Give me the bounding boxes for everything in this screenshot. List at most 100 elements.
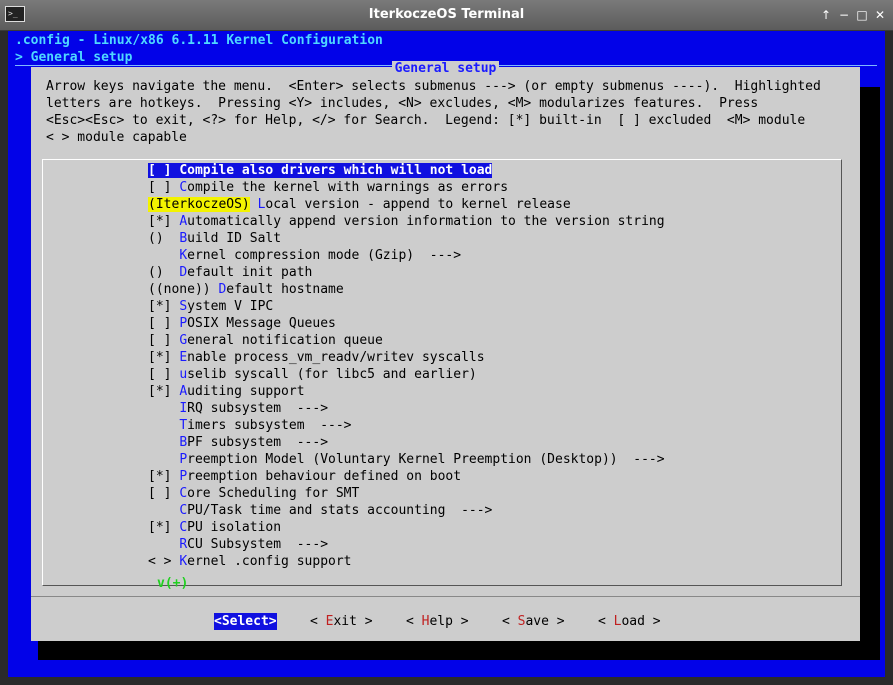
menu-item-hotkey: u — [179, 367, 188, 382]
menu-item[interactable]: [*] Automatically append version informa… — [148, 213, 665, 230]
menu-item-label: PU/Task time and stats accounting ---> — [187, 503, 493, 518]
menu-item-hotkey: G — [179, 333, 188, 348]
menu-item-label: efault init path — [187, 265, 313, 280]
menu-item-label: CU Subsystem ---> — [187, 537, 329, 552]
menu-item-prefix: ((none)) — [148, 282, 219, 297]
menu-item[interactable]: [ ] Compile the kernel with warnings as … — [148, 179, 508, 196]
menu-item-hotkey: C — [179, 503, 188, 518]
menu-item-prefix: [*] — [148, 469, 180, 484]
menu-item-hotkey: C — [179, 163, 188, 178]
menu-item-label: ernel compression mode (Gzip) ---> — [187, 248, 462, 263]
menu-item-hotkey: K — [179, 248, 188, 263]
menu-item[interactable]: [ ] POSIX Message Queues — [148, 315, 336, 332]
select-button[interactable]: <Select> — [214, 613, 277, 630]
help-text-line: <Esc><Esc> to exit, <?> for Help, </> fo… — [46, 113, 806, 128]
menu-item-hotkey: T — [179, 418, 188, 433]
help-button[interactable]: < Help > — [406, 613, 469, 630]
menu-item[interactable]: (IterkoczeOS) Local version - append to … — [148, 196, 571, 213]
menu-item-label: nable process_vm_readv/writev syscalls — [187, 350, 485, 365]
menu-item[interactable]: RCU Subsystem ---> — [148, 536, 328, 553]
menu-item[interactable]: [*] Preemption behaviour defined on boot — [148, 468, 461, 485]
menu-item-label: imers subsystem ---> — [187, 418, 352, 433]
dialog-title: General setup — [391, 61, 500, 76]
menu-item-prefix: () — [148, 231, 180, 246]
menu-item-hotkey: A — [179, 214, 188, 229]
menu-item-hotkey: B — [179, 231, 188, 246]
help-text-line: Arrow keys navigate the menu. <Enter> se… — [46, 79, 821, 94]
menu-item-label: PU isolation — [187, 520, 282, 535]
menu-item-hotkey: S — [179, 299, 188, 314]
menu-item[interactable]: [ ] General notification queue — [148, 332, 383, 349]
menu-item-prefix: [ ] — [148, 333, 180, 348]
title-bar[interactable]: >_ IterkoczeOS Terminal ↑ − □ ✕ — [0, 0, 893, 31]
menu-item-prefix: [*] — [148, 350, 180, 365]
menu-item-label: ocal version - append to kernel release — [265, 197, 571, 212]
maximize-button[interactable]: □ — [853, 6, 871, 24]
menu-item[interactable]: Kernel compression mode (Gzip) ---> — [148, 247, 461, 264]
menu-item-prefix: [ ] — [148, 180, 180, 195]
menu-item-prefix — [148, 418, 179, 433]
help-text-line: < > module capable — [46, 130, 187, 145]
menu-item-hotkey: P — [179, 452, 188, 467]
menu-item[interactable]: CPU/Task time and stats accounting ---> — [148, 502, 492, 519]
menu-item-prefix: [ ] — [148, 367, 180, 382]
menu-item-prefix — [148, 401, 179, 416]
menu-item-prefix — [148, 435, 179, 450]
menu-item-prefix: [*] — [148, 384, 180, 399]
menu-item-hotkey: R — [179, 537, 188, 552]
menu-item-prefix: [*] — [148, 214, 180, 229]
menu-item[interactable]: Timers subsystem ---> — [148, 417, 352, 434]
terminal-window: >_ IterkoczeOS Terminal ↑ − □ ✕ .config … — [0, 0, 893, 685]
menu-item-label: reemption Model (Voluntary Kernel Preemp… — [187, 452, 665, 467]
menu-item[interactable]: [*] CPU isolation — [148, 519, 281, 536]
exit-button[interactable]: < Exit > — [310, 613, 373, 630]
menu-item-prefix: [*] — [148, 299, 180, 314]
menu-item-hotkey: K — [179, 554, 188, 569]
menu-item-label: ore Scheduling for SMT — [187, 486, 360, 501]
menu-item-label: ompile the kernel with warnings as error… — [187, 180, 509, 195]
menu-item-prefix — [148, 537, 179, 552]
menu-item[interactable]: [ ] Compile also drivers which will not … — [148, 162, 493, 179]
menu-item[interactable]: [*] Enable process_vm_readv/writev sysca… — [148, 349, 485, 366]
menu-item-prefix: [ ] — [148, 486, 180, 501]
menu-item[interactable]: [*] Auditing support — [148, 383, 305, 400]
dialog-shadow-right — [860, 87, 880, 660]
menu-item[interactable]: Preemption Model (Voluntary Kernel Preem… — [148, 451, 665, 468]
menu-item-label: efault hostname — [226, 282, 344, 297]
menu-item[interactable]: () Build ID Salt — [148, 230, 281, 247]
menu-item-label: RQ subsystem ---> — [187, 401, 329, 416]
menu-item[interactable]: ((none)) Default hostname — [148, 281, 344, 298]
menu-item[interactable]: () Default init path — [148, 264, 312, 281]
menu-item-hotkey: E — [179, 350, 188, 365]
window-title: IterkoczeOS Terminal — [368, 7, 525, 22]
button-divider — [31, 596, 860, 597]
menu-item[interactable]: [ ] Core Scheduling for SMT — [148, 485, 359, 502]
menu-item-hotkey: P — [179, 316, 188, 331]
menu-item[interactable]: [*] System V IPC — [148, 298, 273, 315]
help-text-line: letters are hotkeys. Pressing <Y> includ… — [46, 96, 759, 111]
menu-item-prefix: [ ] — [148, 316, 180, 331]
menu-item-prefix — [148, 248, 179, 263]
terminal-area[interactable]: .config - Linux/x86 6.1.11 Kernel Config… — [8, 31, 885, 677]
menu-item-label: eneral notification queue — [187, 333, 383, 348]
close-button[interactable]: ✕ — [871, 6, 889, 24]
menu-item-hotkey: C — [179, 486, 188, 501]
minimize-button[interactable]: − — [835, 6, 853, 24]
menu-item-hotkey: B — [179, 435, 188, 450]
menu-item-prefix — [148, 452, 179, 467]
menu-item-label: OSIX Message Queues — [187, 316, 336, 331]
scroll-more-indicator: v(+) — [157, 576, 189, 591]
menu-item-prefix: [ ] — [148, 163, 180, 178]
keep-above-icon[interactable]: ↑ — [817, 6, 835, 24]
menu-item[interactable]: BPF subsystem ---> — [148, 434, 328, 451]
menu-item-label: utomatically append version information … — [187, 214, 665, 229]
menu-item-label: uditing support — [187, 384, 305, 399]
menu-item[interactable]: IRQ subsystem ---> — [148, 400, 328, 417]
menu-item-hotkey: D — [179, 265, 188, 280]
config-header: .config - Linux/x86 6.1.11 Kernel Config… — [15, 33, 383, 48]
menuconfig-dialog: General setup Arrow keys navigate the me… — [31, 61, 860, 641]
save-button[interactable]: < Save > — [502, 613, 565, 630]
menu-item[interactable]: < > Kernel .config support — [148, 553, 352, 570]
load-button[interactable]: < Load > — [598, 613, 661, 630]
menu-item[interactable]: [ ] uselib syscall (for libc5 and earlie… — [148, 366, 477, 383]
